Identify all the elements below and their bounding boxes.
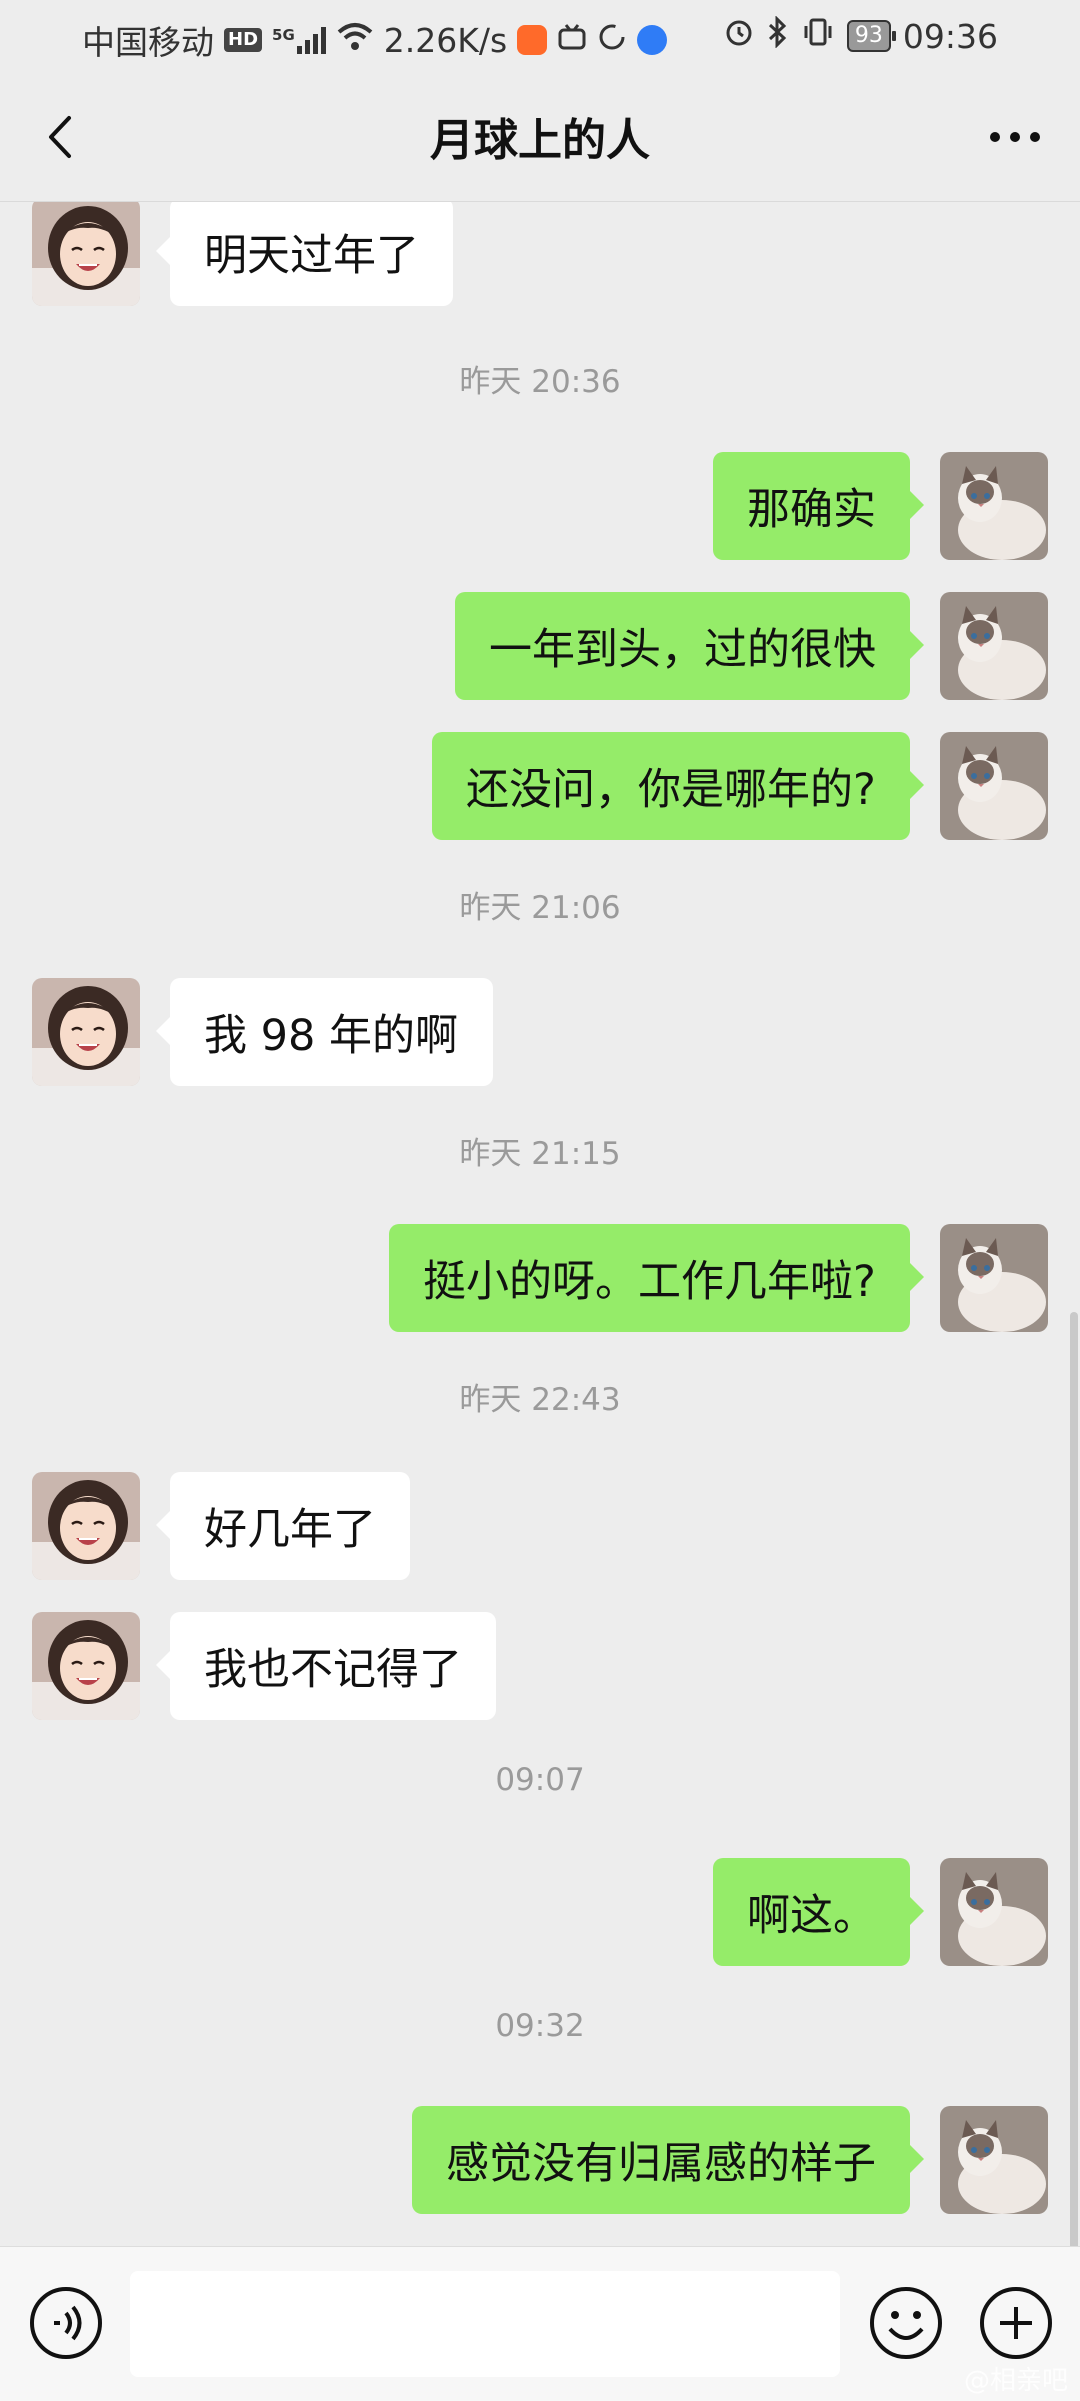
chat-message-list[interactable]: 明天过年了昨天 20:36 那确实 一年到头，过的很快 还没问，你是哪年的? 昨天… [0,202,1080,2246]
message-row-outgoing: 还没问，你是哪年的? [0,732,1080,840]
my-avatar[interactable] [940,2106,1048,2214]
hd-badge: HD [224,28,263,52]
plus-icon [980,2287,1052,2359]
message-bubble[interactable]: 好几年了 [156,1472,410,1580]
alarm-icon [723,16,755,56]
bluetooth-icon [767,15,789,56]
message-bubble[interactable]: 我 98 年的啊 [156,978,493,1086]
message-bubble[interactable]: 还没问，你是哪年的? [432,732,924,840]
contact-avatar[interactable] [32,202,140,306]
emoji-icon [870,2287,942,2359]
my-avatar[interactable] [940,732,1048,840]
emoji-button[interactable] [868,2285,944,2361]
my-avatar[interactable] [940,1224,1048,1332]
bilibili-icon [557,21,587,60]
message-timestamp: 昨天 20:36 [459,364,621,400]
message-row-incoming: 明天过年了 [0,202,1080,306]
message-row-incoming: 我 98 年的啊 [0,978,1080,1086]
message-timestamp: 09:07 [495,1762,585,1798]
status-bar-right: 93 09:36 [723,15,998,56]
voice-icon [30,2287,102,2359]
message-bubble[interactable]: 那确实 [713,452,924,560]
message-row-incoming: 我也不记得了 [0,1612,1080,1720]
contact-avatar[interactable] [32,1472,140,1580]
message-timestamp: 昨天 22:43 [459,1382,621,1418]
message-row-outgoing: 一年到头，过的很快 [0,592,1080,700]
more-functions-button[interactable] [978,2285,1054,2361]
chat-title: 月球上的人 [430,115,650,166]
clock-label: 09:36 [902,16,998,56]
status-bar-left: 中国移动 HD 5G 2.26K/s [82,16,668,64]
input-bar [0,2246,1080,2401]
message-bubble[interactable]: 挺小的呀。工作几年啦? [389,1224,924,1332]
watermark-label: @相亲吧 [963,2366,1068,2396]
my-avatar[interactable] [940,592,1048,700]
message-row-incoming: 好几年了 [0,1472,1080,1580]
loop-icon [597,21,627,60]
app-blue-icon [637,25,668,55]
message-bubble[interactable]: 我也不记得了 [156,1612,496,1720]
contact-avatar[interactable] [32,978,140,1086]
my-avatar[interactable] [940,452,1048,560]
more-button[interactable] [970,102,1060,172]
message-row-outgoing: 那确实 [0,452,1080,560]
battery-icon: 93 [846,20,896,52]
my-avatar[interactable] [940,1858,1048,1966]
message-bubble[interactable]: 感觉没有归属感的样子 [412,2106,924,2214]
message-timestamp: 09:32 [495,2008,585,2044]
message-timestamp: 昨天 21:06 [459,890,621,926]
carrier-label: 中国移动 [82,23,214,62]
message-input[interactable] [130,2271,840,2377]
message-timestamp: 昨天 21:15 [459,1136,621,1172]
message-row-outgoing: 感觉没有归属感的样子 [0,2106,1080,2214]
network-type-label: 5G [272,26,295,44]
message-bubble[interactable]: 明天过年了 [156,202,453,306]
message-bubble[interactable]: 一年到头，过的很快 [455,592,924,700]
message-row-outgoing: 啊这。 [0,1858,1080,1966]
network-speed-label: 2.26K/s [383,20,508,60]
signal-icon: 5G [272,26,326,54]
voice-button[interactable] [28,2285,104,2361]
vibrate-icon [801,16,835,56]
contact-avatar[interactable] [32,1612,140,1720]
wifi-icon [336,21,374,60]
chat-header: 月球上的人 [0,72,1080,202]
message-row-outgoing: 挺小的呀。工作几年啦? [0,1224,1080,1332]
more-dots-icon [990,132,1040,142]
status-bar: 中国移动 HD 5G 2.26K/s 93 09:36 [0,0,1080,72]
message-bubble[interactable]: 啊这。 [713,1858,924,1966]
app-orange-icon [517,25,548,55]
